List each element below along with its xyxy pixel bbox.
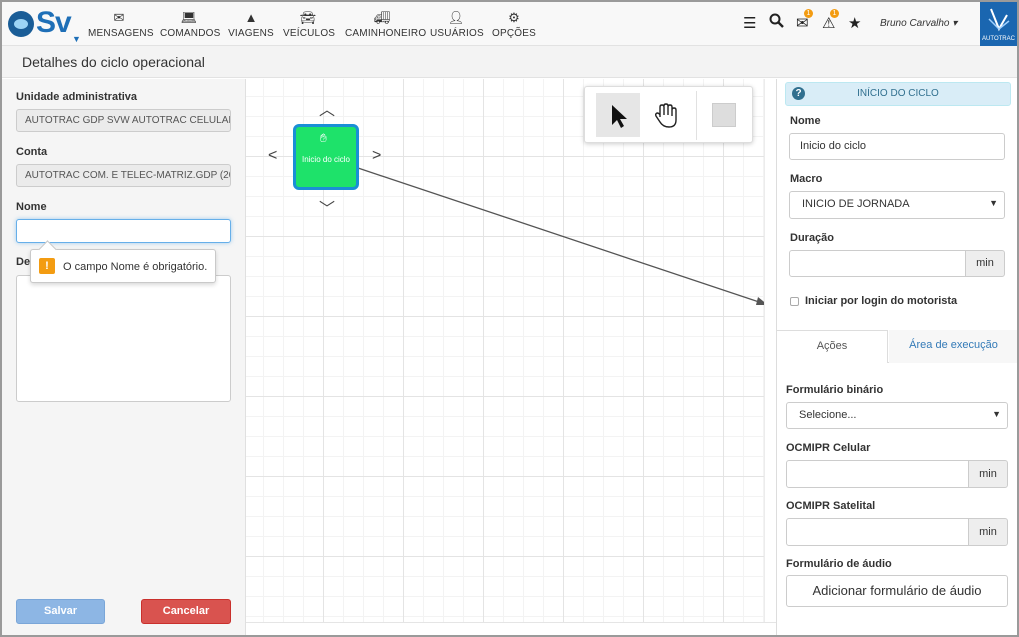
node-name-input[interactable]: Inicio do ciclo [789,133,1005,160]
page-title: Detalhes do ciclo operacional [22,54,205,70]
validation-tooltip: ! O campo Nome é obrigatório. [30,249,216,283]
move-down-icon[interactable]: ﹀ [319,195,335,219]
alerts-badge: 1 [830,9,839,18]
connection-line[interactable] [357,167,769,306]
node-name-label: Nome [790,115,821,127]
name-input[interactable] [16,219,231,243]
hand-icon: ✋︎ [320,131,327,145]
square-icon [712,103,736,127]
description-label: De [16,256,31,268]
binary-form-select[interactable]: Selecione... ▼ [786,402,1008,429]
panel-title: ? INÍCIO DO CICLO [785,82,1011,106]
unit-label: Unidade administrativa [16,91,138,103]
car-icon: 🚘︎ [299,10,317,25]
description-textarea[interactable] [16,275,231,402]
macro-select[interactable]: INICIO DE JORNADA ▼ [789,191,1005,219]
help-icon[interactable]: ? [792,87,805,100]
chevron-down-icon: ▼ [72,34,81,44]
nav-item-caminhoneiro[interactable]: 🚚︎ CAMINHONEIRO [345,10,426,39]
hand-icon [654,103,677,128]
login-start-label: Iniciar por login do motorista [805,295,958,307]
truck-icon: 🚚︎ [373,10,391,25]
nav-item-veiculos[interactable]: 🚘︎ VEÍCULOS [283,10,335,39]
search-icon[interactable] [769,13,784,32]
company-logo-icon [988,8,1010,32]
nav-item-opcoes[interactable]: ⚙ OPÇÕES [492,10,536,39]
account-field: AUTOTRAC COM. E TELEC-MATRIZ.GDP (20 [16,164,231,187]
ocmipr-sat-unit: min [968,518,1008,546]
save-button[interactable]: Salvar [16,599,105,624]
login-start-checkbox[interactable] [790,297,799,306]
duration-input[interactable] [789,250,966,277]
shape-tool[interactable] [702,93,746,137]
alert-icon[interactable]: ⚠ 1 [822,9,839,32]
tab-execution-area[interactable]: Área de execução [889,330,1017,363]
add-audio-form-button[interactable]: Adicionar formulário de áudio [786,575,1008,607]
ocmipr-cell-label: OCMIPR Celular [786,442,871,454]
cycle-details-form: Unidade administrativa AUTOTRAC GDP SVW … [2,79,246,635]
macro-label: Macro [790,173,823,185]
app-logo[interactable]: Sv ▼ [6,4,82,44]
nav-item-comandos[interactable]: 💻︎ COMANDOS [160,10,220,39]
name-label: Nome [16,201,47,213]
top-navbar: Sv ▼ ✉ MENSAGENS 💻︎ COMANDOS ▲ VIAGENS 🚘… [2,2,1017,46]
binary-form-label: Formulário binário [786,384,884,396]
list-icon[interactable]: ☰ [743,14,756,32]
toolbar-divider [696,91,697,140]
logo-text: Sv [36,6,72,39]
move-up-icon[interactable]: ︿ [319,96,335,120]
cogs-icon: ⚙ [508,10,520,25]
pointer-tool[interactable] [596,93,640,137]
hand-tool[interactable] [643,93,687,137]
nav-item-viagens[interactable]: ▲ VIAGENS [228,10,274,39]
company-logo: AUTOTRAC [980,2,1017,46]
dropdown-arrow-icon: ▼ [989,198,998,208]
unit-field: AUTOTRAC GDP SVW AUTOTRAC CELULAI [16,109,231,132]
start-cycle-node[interactable]: ✋︎ Inicio do ciclo [293,124,359,190]
road-icon: ▲ [244,10,258,25]
pointer-icon [612,105,627,128]
dropdown-arrow-icon: ▼ [992,409,1001,419]
page-header: Detalhes do ciclo operacional [2,46,1017,78]
logo-eye-icon [8,11,34,37]
tab-actions[interactable]: Ações [777,330,888,364]
validation-message: O campo Nome é obrigatório. [63,261,208,273]
ocmipr-sat-label: OCMIPR Satelital [786,500,876,512]
move-left-icon[interactable]: < [268,147,277,165]
node-properties-panel: ? INÍCIO DO CICLO Nome Inicio do ciclo M… [776,79,1017,635]
warning-icon: ! [39,258,55,274]
user-icon: 👤︎ [447,10,465,25]
move-right-icon[interactable]: > [372,147,381,165]
cancel-button[interactable]: Cancelar [141,599,231,624]
node-label: Inicio do ciclo [301,155,351,164]
duration-unit: min [965,250,1005,277]
star-icon[interactable]: ★ [848,14,861,32]
user-menu[interactable]: Bruno Carvalho ▾ [880,18,957,29]
ocmipr-cell-input[interactable] [786,460,969,488]
messages-icon[interactable]: ✉ 1 [796,9,813,32]
properties-tabs: Área de execução Ações [777,330,1017,364]
canvas-horizontal-scrollbar[interactable] [246,622,776,635]
account-label: Conta [16,146,48,158]
nav-item-mensagens[interactable]: ✉ MENSAGENS [88,10,154,39]
laptop-icon: 💻︎ [180,10,198,25]
ocmipr-sat-input[interactable] [786,518,969,546]
duration-label: Duração [790,232,835,244]
diagram-canvas[interactable]: ✋︎ Inicio do ciclo ︿ ﹀ < > [246,79,776,635]
app-window: Sv ▼ ✉ MENSAGENS 💻︎ COMANDOS ▲ VIAGENS 🚘… [0,0,1019,637]
canvas-toolbar [584,86,753,143]
messages-badge: 1 [804,9,813,18]
audio-form-label: Formulário de áudio [786,558,892,570]
canvas-vertical-scrollbar[interactable] [764,79,776,622]
ocmipr-cell-unit: min [968,460,1008,488]
envelope-icon: ✉ [113,10,125,25]
nav-item-usuarios[interactable]: 👤︎ USUÁRIOS [430,10,484,39]
